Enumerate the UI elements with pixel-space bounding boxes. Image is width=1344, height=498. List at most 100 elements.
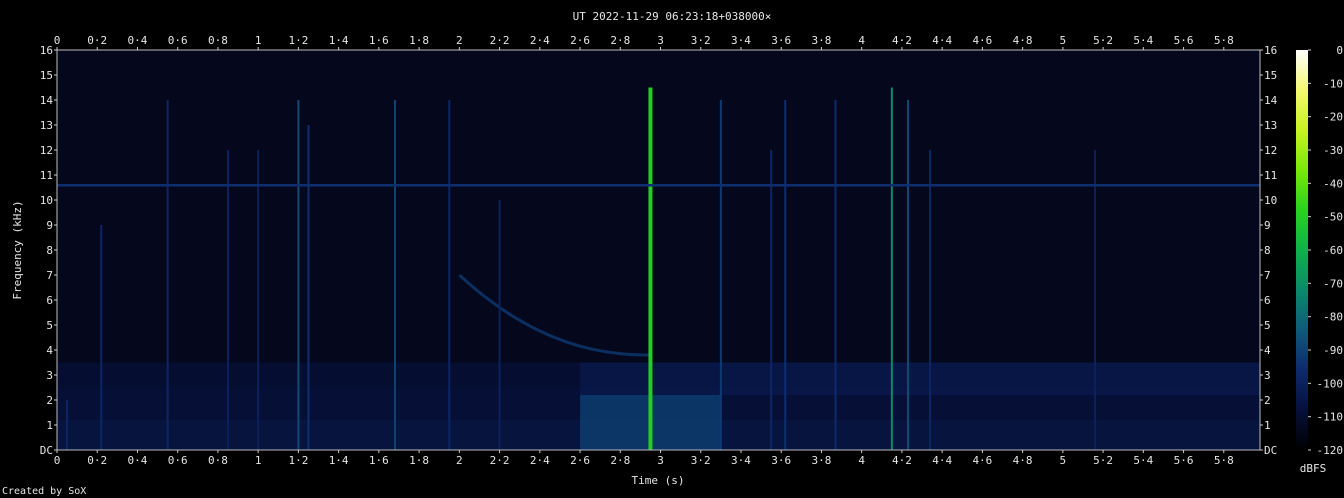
y-tick-label: 16 [40,44,53,57]
y-tick-label: 15 [40,69,53,82]
x-tick-label: 0·2 [87,34,107,47]
x-tick-label: 4·8 [1013,454,1033,467]
y-tick-label: 1 [1264,419,1271,432]
x-tick-label: 4·6 [972,34,992,47]
y-tick-label: 3 [1264,369,1271,382]
y-tick-label: 10 [40,194,53,207]
y-tick-label: 6 [46,294,53,307]
x-tick-label: 4 [858,454,865,467]
x-tick-label: 0·4 [128,454,148,467]
x-tick-label: 2·6 [570,454,590,467]
impulse-line [906,100,909,450]
x-tick-label: 5·6 [1174,34,1194,47]
x-tick-label: 3·2 [691,454,711,467]
impulse-line [393,100,396,450]
y-axis-label: Frequency (kHz) [11,200,24,299]
x-tick-label: 5·2 [1093,454,1113,467]
x-tick-label: 4 [858,34,865,47]
x-tick-label: 3·8 [812,454,832,467]
y-tick-label: 13 [1264,119,1277,132]
chart-title: UT 2022-11-29 06:23:18+038000× [573,10,772,23]
impulse-line [257,150,260,450]
plot-area [56,49,1261,451]
colorbar-tick-label: 0 [1336,44,1343,57]
y-tick-label: 4 [46,344,53,357]
impulse-line [498,200,501,450]
x-tick-label: 0 [54,34,61,47]
x-tick-label: 0·6 [168,34,188,47]
impulse-line [770,150,773,450]
x-tick-label: 3 [657,34,664,47]
x-tick-label: 5·8 [1214,34,1234,47]
x-tick-label: 2·2 [490,34,510,47]
x-tick-label: 3·4 [731,454,751,467]
x-tick-label: 4·2 [892,34,912,47]
x-tick-label: 1·2 [288,454,308,467]
impulse-line [307,125,310,450]
x-tick-label: 0·4 [128,34,148,47]
footer-credit: Created by SoX [2,486,86,497]
impulse-line [1094,150,1097,450]
x-tick-label: 2·6 [570,34,590,47]
x-tick-label: 4·4 [932,34,952,47]
y-tick-label: 11 [40,169,53,182]
impulse-line [100,225,103,450]
x-tick-label: 1·8 [409,454,429,467]
x-tick-label: 5·6 [1174,454,1194,467]
x-tick-label: 3·2 [691,34,711,47]
x-tick-label: 0 [54,454,61,467]
y-tick-label: 9 [46,219,53,232]
x-tick-label: 1·6 [369,454,389,467]
y-tick-label: 8 [1264,244,1271,257]
colorbar: 0 -10 -20 -30 -40 -50 -60 -70 -80 -90 -100 -110 -120… [1296,44,1343,475]
x-tick-label: 5·4 [1133,34,1153,47]
x-tick-label: 2·8 [610,34,630,47]
x-tick-label: 1 [255,454,262,467]
x-tick-label: 3·4 [731,34,751,47]
colorbar-tick-label: -10 [1323,77,1343,90]
y-tick-label: 4 [1264,344,1271,357]
x-tick-label: 2 [456,454,463,467]
y-tick-label: DC [1264,444,1277,457]
y-tick-label: 2 [1264,394,1271,407]
y-tick-label: 12 [1264,144,1277,157]
y-tick-label: 11 [1264,169,1277,182]
colorbar-tick-label: -60 [1323,244,1343,257]
colorbar-gradient [1296,50,1308,450]
y-tick-label: DC [40,444,53,457]
x-tick-label: 4·6 [972,454,992,467]
y-tick-label: 12 [40,144,53,157]
x-tick-label: 5·8 [1214,454,1234,467]
x-tick-label: 4·2 [892,454,912,467]
colorbar-tick-label: -110 [1317,411,1344,424]
x-tick-label: 0·2 [87,454,107,467]
impulse-line [890,87,893,450]
x-tick-label: 5·2 [1093,34,1113,47]
x-tick-label: 1·2 [288,34,308,47]
y-tick-label: 1 [46,419,53,432]
colorbar-tick-label: -50 [1323,211,1343,224]
x-tick-label: 2·8 [610,454,630,467]
impulse-line [929,150,932,450]
colorbar-tick-label: -80 [1323,311,1343,324]
y-tick-label: 9 [1264,219,1271,232]
impulse-line [448,100,451,450]
impulse-line [166,100,169,450]
colorbar-tick-label: -90 [1323,344,1343,357]
x-tick-label: 2·2 [490,454,510,467]
colorbar-label: dBFS [1300,462,1327,475]
impulse-line [719,100,722,450]
x-axis-label: Time (s) [632,474,685,487]
colorbar-tick-label: -30 [1323,144,1343,157]
y-tick-label: 2 [46,394,53,407]
x-tick-label: 1·4 [329,454,349,467]
impulse-line [648,87,653,450]
y-tick-label: 7 [1264,269,1271,282]
x-tick-label: 1·4 [329,34,349,47]
y-tick-label: 3 [46,369,53,382]
x-tick-label: 3·6 [771,454,791,467]
impulse-line [297,100,300,450]
x-tick-label: 3·6 [771,34,791,47]
x-tick-label: 5 [1060,34,1067,47]
colorbar-tick-label: -20 [1323,111,1343,124]
